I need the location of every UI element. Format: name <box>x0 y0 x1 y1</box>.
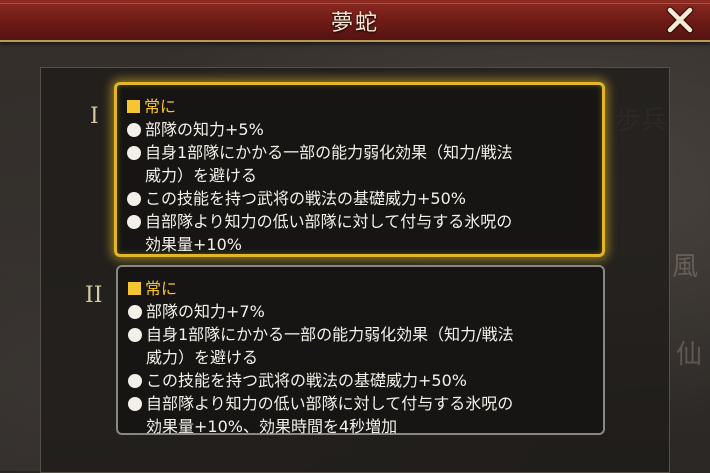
bullet-icon <box>127 146 141 160</box>
effect-text: 自身1部隊にかかる一部の能力弱化効果（知力/戦法 威力）を避ける <box>145 143 513 185</box>
effect-item: 自部隊より知力の低い部隊に対して付与する氷呪の 効果量+10% <box>127 210 602 256</box>
effect-item: この技能を持つ武将の戦法の基礎威力+50% <box>127 187 602 210</box>
window-title: 夢蛇 <box>330 11 379 36</box>
bullet-icon <box>127 123 141 137</box>
effect-text: 部隊の知力+5% <box>145 120 264 139</box>
square-bullet-icon <box>127 100 140 113</box>
effect-text: この技能を持つ武将の戦法の基礎威力+50% <box>145 189 466 208</box>
bullet-icon <box>128 305 142 319</box>
close-button[interactable] <box>664 4 696 36</box>
bullet-icon <box>128 328 142 342</box>
skill-level-card-selected[interactable]: 常に 部隊の知力+5% 自身1部隊にかかる一部の能力弱化効果（知力/戦法 威力）… <box>114 82 605 257</box>
bullet-icon <box>127 192 141 206</box>
background-text: 仙 <box>676 340 703 370</box>
skill-level-card[interactable]: 常に 部隊の知力+7% 自身1部隊にかかる一部の能力弱化効果（知力/戦法 威力）… <box>116 265 605 438</box>
close-icon <box>666 6 694 34</box>
effect-item: 部隊の知力+7% <box>128 300 603 323</box>
effect-item: 部隊の知力+5% <box>127 118 602 141</box>
trigger-text: 常に <box>144 97 177 116</box>
background-text: 風 <box>672 252 699 282</box>
level-numeral: II <box>85 283 103 308</box>
effect-item: 自部隊より知力の低い部隊に対して付与する氷呪の 効果量+10%、効果時間を4秒増… <box>128 392 603 438</box>
trigger-label: 常に <box>128 277 603 300</box>
effect-text: 部隊の知力+7% <box>146 302 265 321</box>
bullet-icon <box>128 374 142 388</box>
effect-text: 自身1部隊にかかる一部の能力弱化効果（知力/戦法 威力）を避ける <box>146 325 514 367</box>
effect-item: 自身1部隊にかかる一部の能力弱化効果（知力/戦法 威力）を避ける <box>127 141 602 187</box>
effect-text: 自部隊より知力の低い部隊に対して付与する氷呪の 効果量+10%、効果時間を4秒増… <box>146 394 514 436</box>
effect-text: 自部隊より知力の低い部隊に対して付与する氷呪の 効果量+10% <box>145 212 513 254</box>
level-numeral: I <box>90 104 99 129</box>
trigger-text: 常に <box>145 279 178 298</box>
trigger-label: 常に <box>127 95 602 118</box>
square-bullet-icon <box>128 282 141 295</box>
bullet-icon <box>127 215 141 229</box>
effect-item: 自身1部隊にかかる一部の能力弱化効果（知力/戦法 威力）を避ける <box>128 323 603 369</box>
bullet-icon <box>128 397 142 411</box>
title-bar: 夢蛇 <box>0 0 710 42</box>
effect-item: この技能を持つ武将の戦法の基礎威力+50% <box>128 369 603 392</box>
effect-text: この技能を持つ武将の戦法の基礎威力+50% <box>146 371 467 390</box>
